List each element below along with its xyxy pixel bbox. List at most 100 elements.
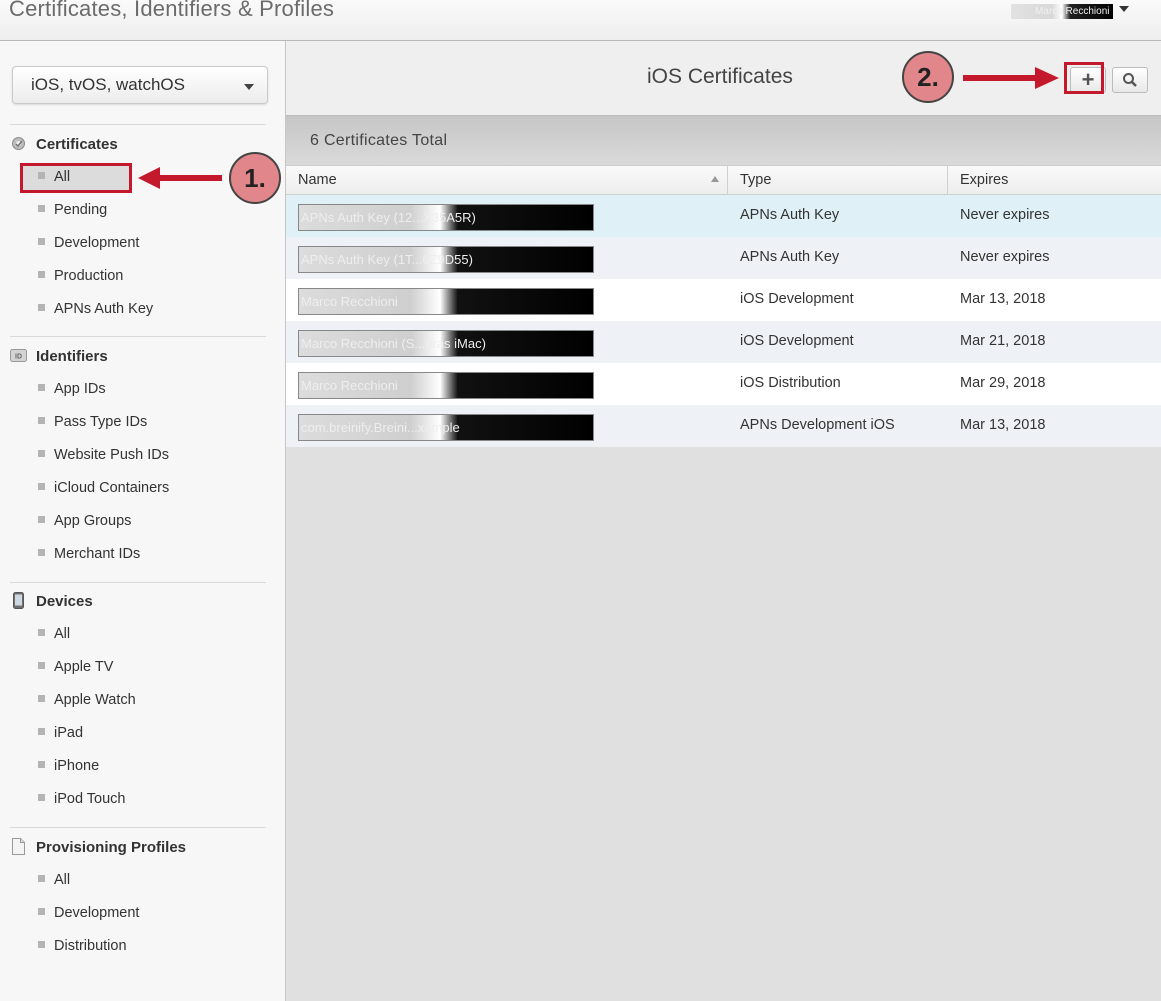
sidebar-item-development[interactable]: Development (38, 233, 139, 253)
sidebar-item-devices-all[interactable]: All (38, 624, 70, 644)
sidebar-item-label: All (54, 626, 71, 642)
column-header-expires[interactable]: Expires (960, 172, 1008, 188)
bullet (38, 794, 45, 801)
certificate-expires: Never expires (960, 249, 1050, 265)
chevron-down-icon (244, 84, 254, 90)
sidebar-item-apple-tv[interactable]: Apple TV (38, 657, 113, 677)
table-row[interactable]: Marco Recchioni (S...dras iMac) iOS Deve… (286, 321, 1161, 363)
top-bar: Certificates, Identifiers & Profiles Mar… (0, 0, 1161, 41)
highlight-box-add (1064, 62, 1104, 94)
table-empty-area (286, 447, 1161, 1001)
sidebar-item-label: Apple TV (54, 659, 114, 675)
highlight-box-all (20, 163, 132, 193)
section-devices: Devices (10, 592, 93, 610)
section-provisioning-profiles: Provisioning Profiles (10, 838, 186, 856)
step-1-badge: 1. (229, 152, 281, 204)
account-name[interactable]: Marco Recchioni (1011, 4, 1113, 19)
section-certificates: Certificates (10, 135, 118, 153)
search-icon (1123, 73, 1137, 87)
certificate-name: com.breinify.Breini...xample (298, 414, 594, 441)
iphone-device-icon (13, 592, 24, 609)
bullet (38, 450, 45, 457)
bullet (38, 271, 45, 278)
certificate-expires: Mar 21, 2018 (960, 333, 1046, 349)
platform-select[interactable]: iOS, tvOS, watchOS (12, 66, 268, 104)
sidebar-item-merchant-ids[interactable]: Merchant IDs (38, 544, 140, 564)
bullet (38, 483, 45, 490)
step-2-badge: 2. (902, 51, 954, 103)
svg-text:ID: ID (15, 354, 22, 361)
bullet (38, 662, 45, 669)
table-row[interactable]: APNs Auth Key (1T...6Z9D55) APNs Auth Ke… (286, 237, 1161, 279)
sidebar-item-profiles-distribution[interactable]: Distribution (38, 936, 127, 956)
total-bar: 6 Certificates Total (286, 115, 1161, 165)
sidebar-item-label: Pending (54, 202, 108, 218)
sidebar-item-label: Website Push IDs (54, 447, 169, 463)
divider (10, 827, 266, 828)
certificate-expires: Never expires (960, 207, 1050, 223)
sidebar-item-website-push-ids[interactable]: Website Push IDs (38, 445, 169, 465)
arrow-left-icon (138, 167, 222, 189)
certificate-name: APNs Auth Key (1T...6Z9D55) (298, 246, 594, 273)
certificate-expires: Mar 29, 2018 (960, 375, 1046, 391)
certificate-type: APNs Auth Key (740, 249, 840, 265)
sidebar-item-label: App IDs (54, 381, 106, 397)
sort-ascending-icon[interactable] (711, 176, 719, 182)
sidebar-item-icloud-containers[interactable]: iCloud Containers (38, 478, 169, 498)
sidebar-item-apns-auth-key[interactable]: APNs Auth Key (38, 299, 153, 319)
divider (10, 124, 266, 125)
bullet (38, 728, 45, 735)
sidebar-item-profiles-development[interactable]: Development (38, 903, 139, 923)
table-row[interactable]: com.breinify.Breini...xample APNs Develo… (286, 405, 1161, 447)
sidebar-item-ipod-touch[interactable]: iPod Touch (38, 789, 125, 809)
sidebar-item-label: Development (54, 905, 140, 921)
sidebar-item-pass-type-ids[interactable]: Pass Type IDs (38, 412, 147, 432)
table-row[interactable]: Marco Recchioni iOS Development Mar 13, … (286, 279, 1161, 321)
bullet (38, 695, 45, 702)
bullet (38, 549, 45, 556)
bullet (38, 629, 45, 636)
sidebar-item-label: Merchant IDs (54, 546, 141, 562)
sidebar-item-profiles-all[interactable]: All (38, 870, 70, 890)
page-title: Certificates, Identifiers & Profiles (9, 0, 335, 21)
certificate-expires: Mar 13, 2018 (960, 417, 1046, 433)
bullet (38, 941, 45, 948)
sidebar-item-label: Development (54, 235, 140, 251)
bullet (38, 761, 45, 768)
sidebar-item-label: APNs Auth Key (54, 301, 154, 317)
bullet (38, 238, 45, 245)
sidebar-item-production[interactable]: Production (38, 266, 123, 286)
sidebar-item-label: Apple Watch (54, 692, 136, 708)
sidebar-item-app-ids[interactable]: App IDs (38, 379, 106, 399)
sidebar-item-label: All (54, 872, 71, 888)
sidebar-item-app-groups[interactable]: App Groups (38, 511, 131, 531)
search-button[interactable] (1112, 67, 1148, 93)
section-title: Provisioning Profiles (36, 839, 187, 856)
account-chevron-down-icon[interactable] (1119, 6, 1129, 12)
certificate-type: iOS Development (740, 333, 854, 349)
sidebar-item-label: Pass Type IDs (54, 414, 148, 430)
sidebar-item-label: iPad (54, 725, 84, 741)
divider (10, 582, 266, 583)
sidebar-item-label: iCloud Containers (54, 480, 170, 496)
table-header: Name Type Expires (286, 165, 1161, 195)
document-icon (12, 838, 25, 855)
table-row[interactable]: Marco Recchioni iOS Distribution Mar 29,… (286, 363, 1161, 405)
column-header-name[interactable]: Name (298, 172, 337, 188)
sidebar-item-label: Production (54, 268, 124, 284)
bullet (38, 516, 45, 523)
bullet (38, 875, 45, 882)
bullet (38, 417, 45, 424)
certificate-type: iOS Development (740, 291, 854, 307)
sidebar-item-pending[interactable]: Pending (38, 200, 107, 220)
table-row[interactable]: APNs Auth Key (12...X35A5R) APNs Auth Ke… (286, 195, 1161, 237)
section-title: Identifiers (36, 348, 108, 365)
sidebar-item-label: App Groups (54, 513, 132, 529)
main-panel: iOS Certificates + 6 Certificates Total … (286, 41, 1161, 1001)
sidebar-item-apple-watch[interactable]: Apple Watch (38, 690, 136, 710)
main-title: iOS Certificates (647, 65, 793, 88)
sidebar-item-ipad[interactable]: iPad (38, 723, 83, 743)
column-header-type[interactable]: Type (740, 172, 771, 188)
bullet (38, 384, 45, 391)
sidebar-item-iphone[interactable]: iPhone (38, 756, 99, 776)
